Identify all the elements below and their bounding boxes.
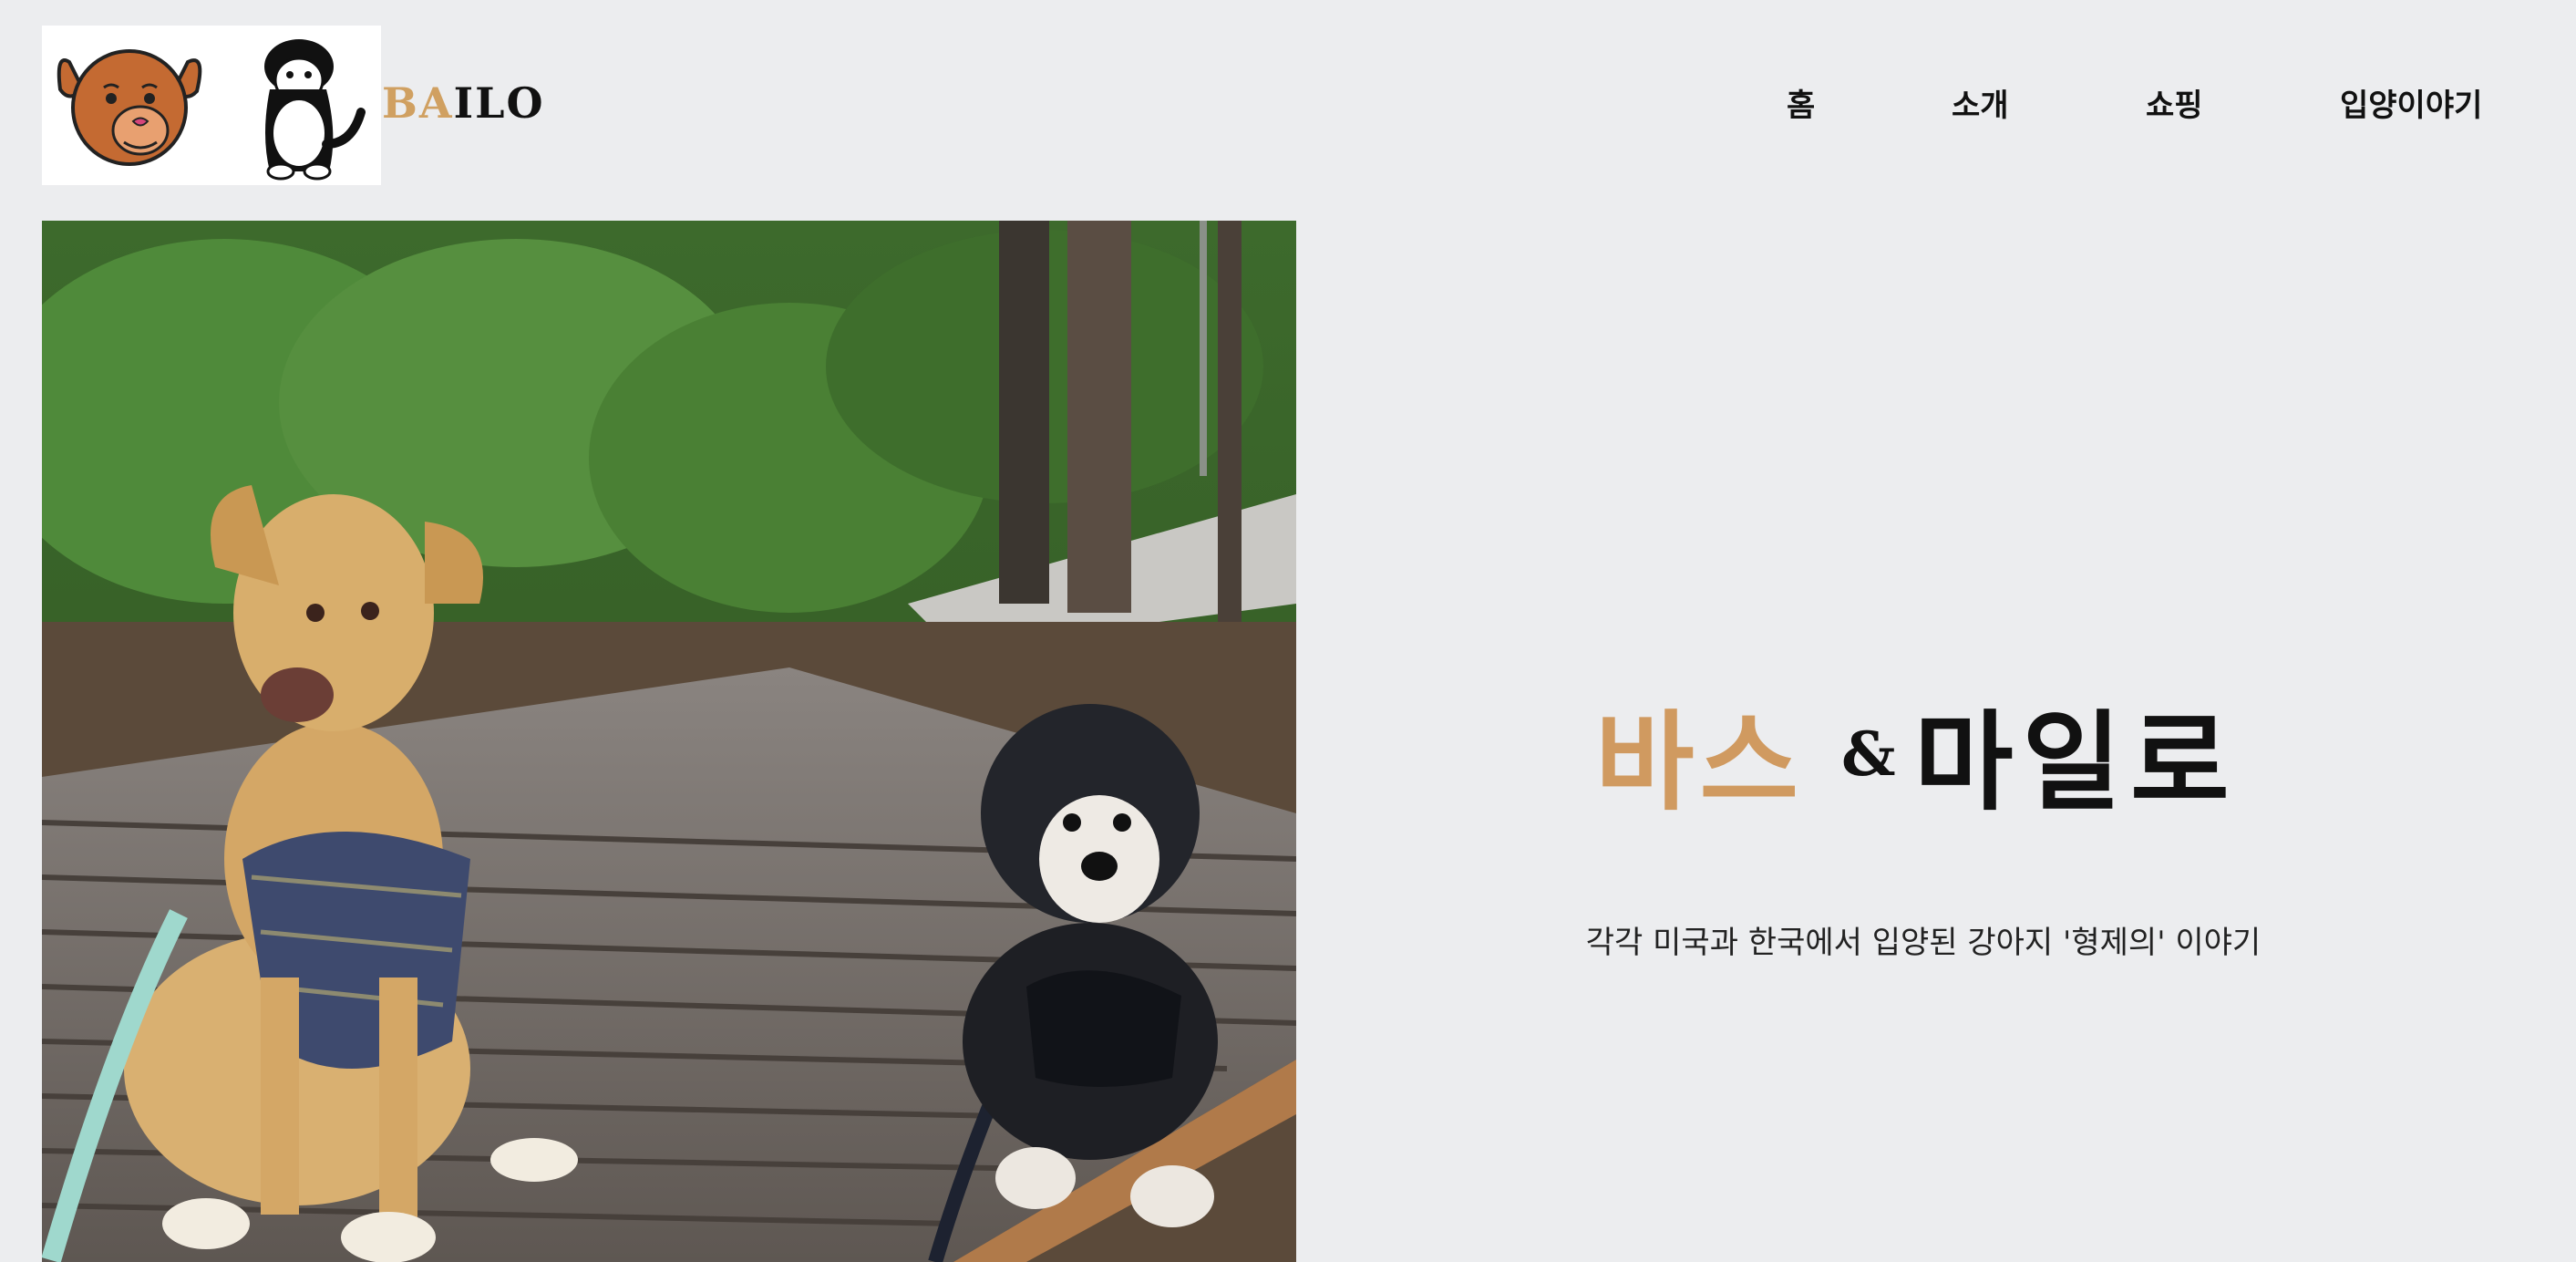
title-name-bath: 바스 [1595,698,1805,825]
hero-subtitle: 각각 미국과 한국에서 입양된 강아지 '형제의' 이야기 [1585,925,2262,961]
dogs-photo-image [42,221,1296,1262]
nav-home[interactable]: 홈 [1787,80,1815,125]
nav-adoption-stories[interactable]: 입양이야기 [2340,80,2482,125]
nav-about[interactable]: 소개 [1952,80,2009,125]
title-name-milo: 마일로 [1914,698,2239,825]
title-ampersand: & [1841,719,1896,790]
site-header: BAILO 홈 소개 쇼핑 입양이야기 [0,0,2576,219]
hero-photo [42,221,1296,1262]
main-nav: 홈 소개 쇼핑 입양이야기 [0,80,2576,131]
hero-title: 바스 & 마일로 [1595,675,2270,830]
nav-shopping[interactable]: 쇼핑 [2146,80,2203,125]
